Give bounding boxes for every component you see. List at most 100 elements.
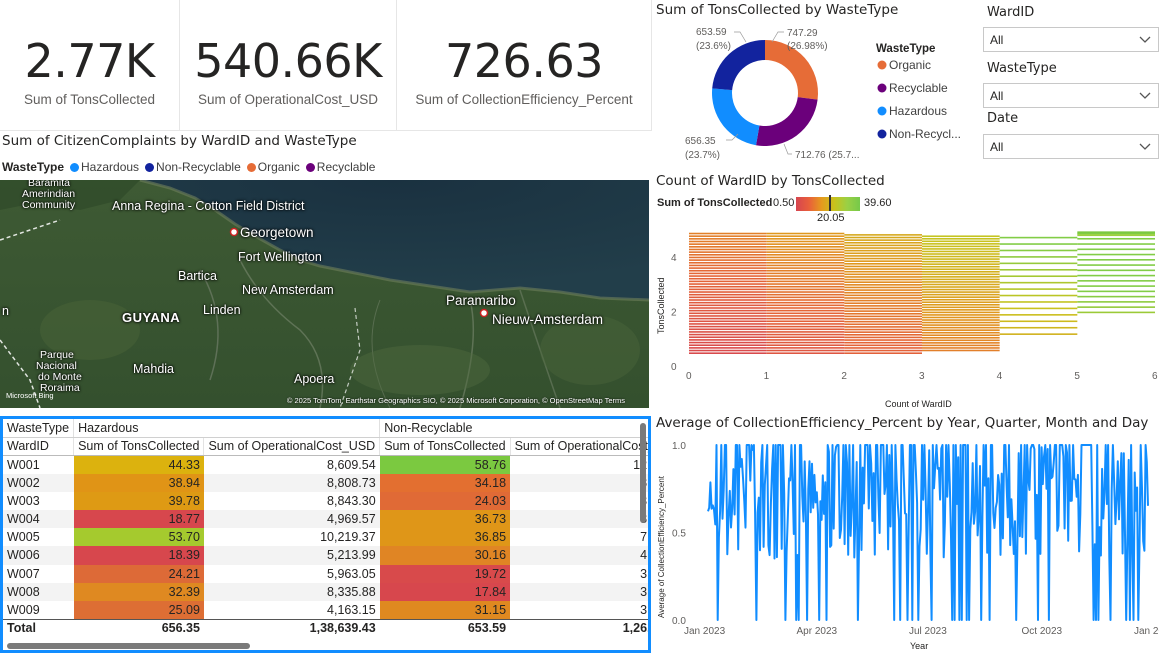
- satellite-map[interactable]: Baramita Amerindian Community Anna Regin…: [0, 180, 649, 408]
- bar-segment[interactable]: [1077, 243, 1155, 245]
- legend-item-non-recyclable[interactable]: Non-Recyclable: [145, 160, 241, 174]
- bar-segment[interactable]: [766, 264, 845, 267]
- bar-segment[interactable]: [689, 344, 767, 347]
- bar-segment[interactable]: [999, 268, 1078, 271]
- bar-segment[interactable]: [689, 240, 767, 243]
- bar-segment[interactable]: [999, 275, 1078, 278]
- bar-segment[interactable]: [999, 256, 1078, 258]
- bar-segment[interactable]: [766, 232, 845, 235]
- slicer-dropdown-date[interactable]: All: [983, 134, 1159, 159]
- bar-segment[interactable]: [922, 258, 1000, 260]
- bar-segment[interactable]: [689, 328, 767, 331]
- bar-segment[interactable]: [922, 336, 1000, 339]
- bar-segment[interactable]: [844, 315, 922, 318]
- bar-segment[interactable]: [922, 253, 1000, 255]
- matrix-table[interactable]: WasteType Hazardous Non-Recyclable WardI…: [0, 416, 651, 653]
- group-header-non-recyclable[interactable]: Non-Recyclable: [379, 419, 648, 438]
- bar-segment[interactable]: [1077, 259, 1155, 261]
- bar-segment[interactable]: [766, 275, 845, 277]
- bar-segment[interactable]: [922, 301, 1000, 304]
- bar-segment[interactable]: [689, 251, 767, 253]
- bar-segment[interactable]: [922, 306, 1000, 309]
- bar-segment[interactable]: [689, 320, 767, 323]
- bar-segment[interactable]: [689, 269, 767, 272]
- legend-item-organic[interactable]: Organic: [246, 160, 300, 174]
- bar-segment[interactable]: [766, 312, 845, 315]
- bar-segment[interactable]: [689, 325, 767, 328]
- bar-segment[interactable]: [922, 260, 1000, 263]
- donut-legend-item[interactable]: Organic: [889, 58, 931, 72]
- bar-segment[interactable]: [689, 336, 767, 339]
- bar-segment[interactable]: [844, 341, 922, 344]
- bar-segment[interactable]: [766, 248, 845, 251]
- bar-segment[interactable]: [766, 246, 845, 248]
- bar-segment[interactable]: [922, 326, 1000, 329]
- bar-segment[interactable]: [844, 310, 922, 312]
- bar-segment[interactable]: [1077, 248, 1155, 251]
- bar-segment[interactable]: [844, 349, 922, 352]
- bar-segment[interactable]: [1077, 269, 1155, 272]
- bar-segment[interactable]: [844, 244, 922, 247]
- bar-segment[interactable]: [999, 281, 1078, 284]
- bar-segment[interactable]: [766, 317, 845, 320]
- bar-segment[interactable]: [766, 283, 845, 285]
- bar-segment[interactable]: [689, 315, 767, 317]
- bar-segment[interactable]: [1077, 280, 1155, 282]
- bar-segment[interactable]: [922, 265, 1000, 268]
- bar-segment[interactable]: [922, 331, 1000, 334]
- bar-segment[interactable]: [999, 249, 1078, 252]
- bar-segment[interactable]: [922, 298, 1000, 301]
- bar-segment[interactable]: [844, 323, 922, 326]
- bar-segment[interactable]: [689, 238, 767, 240]
- bar-segment[interactable]: [766, 261, 845, 264]
- bar-segment[interactable]: [922, 291, 1000, 293]
- bar-segment[interactable]: [844, 260, 922, 262]
- slicer-dropdown-wardid[interactable]: All: [983, 27, 1159, 52]
- bar-segment[interactable]: [922, 311, 1000, 314]
- donut-legend-item[interactable]: Recyclable: [889, 81, 948, 95]
- line-series[interactable]: [707, 444, 1149, 621]
- bar-segment[interactable]: [844, 257, 922, 260]
- bar-segment[interactable]: [689, 349, 767, 352]
- bar-segment[interactable]: [766, 288, 845, 291]
- donut-legend-item[interactable]: Hazardous: [889, 104, 947, 118]
- bar-segment[interactable]: [689, 248, 767, 251]
- bar-segment[interactable]: [689, 264, 767, 267]
- bar-segment[interactable]: [1077, 253, 1155, 256]
- bar-segment[interactable]: [922, 283, 1000, 286]
- bar-segment[interactable]: [922, 250, 1000, 253]
- bar-segment[interactable]: [922, 309, 1000, 311]
- bar-segment[interactable]: [689, 293, 767, 296]
- bar-segment[interactable]: [766, 344, 845, 347]
- bar-segment[interactable]: [844, 263, 922, 265]
- bar-segment[interactable]: [766, 240, 845, 243]
- bar-segment[interactable]: [689, 299, 767, 301]
- bar-segment[interactable]: [766, 235, 845, 237]
- bar-segment[interactable]: [922, 324, 1000, 326]
- bar-segment[interactable]: [766, 333, 845, 336]
- bar-segment[interactable]: [689, 309, 767, 312]
- bar-segment[interactable]: [689, 304, 767, 307]
- bar-segment[interactable]: [1077, 237, 1155, 240]
- bar-segment[interactable]: [922, 263, 1000, 265]
- bar-segment[interactable]: [922, 349, 1000, 352]
- bar-segment[interactable]: [844, 281, 922, 284]
- bar-segment[interactable]: [689, 277, 767, 280]
- bar-segment[interactable]: [922, 276, 1000, 278]
- bar-segment[interactable]: [689, 352, 767, 354]
- bar-segment[interactable]: [766, 304, 845, 307]
- table-row[interactable]: W00832.398,335.8817.843,325.2: [3, 582, 648, 601]
- bar-segment[interactable]: [1077, 301, 1155, 303]
- slicer-dropdown-wastetype[interactable]: All: [983, 83, 1159, 108]
- bar-segment[interactable]: [844, 252, 922, 255]
- bar-segment[interactable]: [844, 289, 922, 291]
- bar-segment[interactable]: [1077, 295, 1155, 298]
- bar-segment[interactable]: [766, 339, 845, 341]
- bar-segment[interactable]: [844, 291, 922, 294]
- bar-segment[interactable]: [1077, 234, 1155, 237]
- bar-segment[interactable]: [766, 349, 845, 352]
- bar-segment[interactable]: [999, 243, 1078, 245]
- bar-segment[interactable]: [766, 243, 845, 245]
- vertical-scrollbar[interactable]: [640, 423, 646, 523]
- bar-segment[interactable]: [766, 307, 845, 309]
